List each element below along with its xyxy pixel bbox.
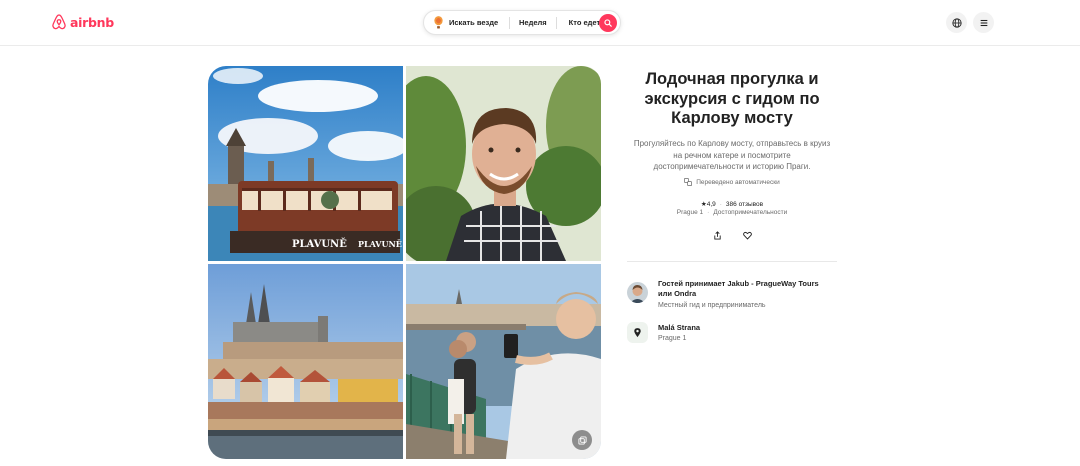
- balloon-icon: [434, 16, 443, 29]
- guide-photo-image: [406, 66, 601, 261]
- place-section: Malá Strana Prague 1: [627, 322, 837, 343]
- show-all-photos-button[interactable]: [572, 430, 592, 450]
- search-where-label: Искать везде: [449, 18, 499, 27]
- rating-value: ★4,9: [700, 201, 716, 208]
- separator-dot: ·: [719, 200, 722, 208]
- search-bar[interactable]: Искать везде Неделя Кто едет?: [423, 10, 621, 35]
- map-thumbnail[interactable]: [627, 322, 648, 343]
- airbnb-logo-icon: [52, 14, 66, 30]
- host-subtitle: Местный гид и предприниматель: [658, 302, 766, 309]
- place-info: Malá Strana Prague 1: [658, 322, 700, 343]
- host-avatar[interactable]: [627, 282, 648, 303]
- boat-name-text: PLAVUNĚ: [292, 238, 347, 250]
- airbnb-logo[interactable]: airbnb: [51, 13, 114, 31]
- separator-dot: ·: [707, 209, 710, 216]
- search-button[interactable]: [599, 14, 617, 32]
- photo-boat[interactable]: PLAVUNĚ PLAVUNĚ: [208, 66, 403, 261]
- place-name: Malá Strana: [658, 323, 701, 332]
- section-divider: [627, 261, 837, 262]
- heart-icon: [742, 231, 752, 240]
- photos-icon: [577, 435, 587, 445]
- translation-note-label: Переведено автоматически: [696, 178, 780, 186]
- map-pin-icon: [634, 328, 641, 338]
- host-section: Гостей принимает Jakub - PragueWay Tours…: [627, 279, 837, 309]
- main-menu-button[interactable]: [973, 12, 994, 33]
- save-favorite-button[interactable]: [740, 228, 754, 242]
- top-header: airbnb Искать везде Неделя Кто едет?: [0, 0, 1080, 46]
- action-buttons: [627, 228, 837, 242]
- host-name: Гостей принимает Jakub - PragueWay Tours…: [658, 279, 819, 298]
- share-icon: [713, 230, 721, 240]
- category-text: Достопримечательности: [713, 209, 788, 216]
- reviews-link[interactable]: 386 отзывов: [726, 201, 763, 208]
- photo-gallery: PLAVUNĚ PLAVUNĚ: [208, 66, 601, 459]
- search-when[interactable]: Неделя: [510, 11, 556, 34]
- photo-bridge[interactable]: [406, 264, 601, 459]
- search-icon: [604, 19, 612, 27]
- bridge-photo-image: [406, 264, 601, 459]
- search-when-label: Неделя: [519, 18, 547, 27]
- rating-row: ★4,9 · 386 отзывов: [627, 200, 837, 209]
- host-info: Гостей принимает Jakub - PragueWay Tours…: [658, 279, 830, 309]
- location-row: Prague 1 · Достопримечательности: [627, 209, 837, 216]
- host-avatar-image: [627, 282, 648, 303]
- translation-note[interactable]: Переведено автоматически: [627, 178, 837, 186]
- logo-text: airbnb: [70, 14, 114, 30]
- boat-photo-image: PLAVUNĚ PLAVUNĚ: [208, 66, 403, 261]
- globe-icon: [951, 17, 962, 28]
- experience-title: Лодочная прогулка и экскурсия с гидом по…: [644, 70, 820, 127]
- castle-photo-image: [208, 264, 403, 459]
- photo-guide[interactable]: [406, 66, 601, 261]
- photo-castle[interactable]: [208, 264, 403, 459]
- location-text: Prague 1: [676, 209, 704, 216]
- share-button[interactable]: [710, 228, 724, 242]
- search-where[interactable]: Искать везде: [424, 11, 509, 34]
- language-button[interactable]: [946, 12, 967, 33]
- boat-name-text: PLAVUNĚ: [358, 239, 402, 249]
- menu-icon: [980, 19, 987, 26]
- translate-icon: [684, 178, 693, 186]
- experience-description: Прогуляйтесь по Карлову мосту, отправьте…: [633, 139, 831, 171]
- place-subtitle: Prague 1: [658, 335, 687, 342]
